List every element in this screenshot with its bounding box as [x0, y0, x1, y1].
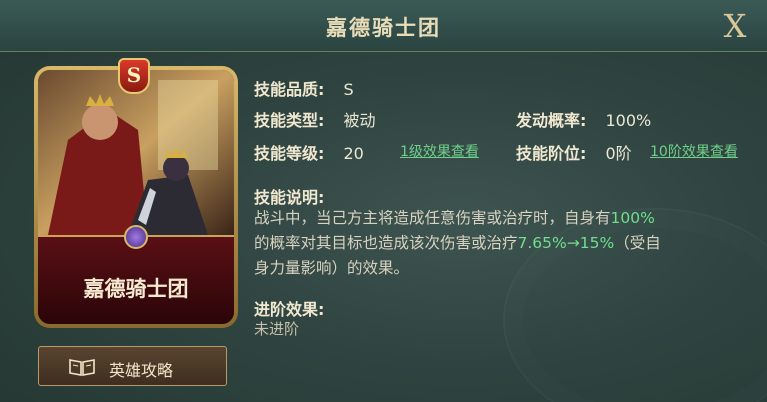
rank-effect-link[interactable]: 10阶效果查看 [650, 141, 738, 161]
grade-badge: S [118, 58, 150, 94]
book-icon [69, 359, 95, 376]
skill-quality-value: S [343, 80, 354, 99]
faction-emblem-icon [124, 225, 148, 249]
skill-description-label: 技能说明: [254, 188, 325, 207]
skill-description-line-3: 身力量影响）的效果。 [254, 259, 410, 277]
skill-rank-label: 技能阶位: [516, 144, 587, 163]
skill-type-label: 技能类型: [254, 111, 325, 130]
skill-type-value: 被动 [343, 111, 376, 130]
skill-description-line-1: 战斗中，当己方主将造成任意伤害或治疗时，自身有100% [254, 206, 655, 231]
skill-level-row: 技能等级: 20 [254, 140, 364, 164]
hero-card-name: 嘉德骑士团 [83, 277, 189, 301]
desc-text: 的概率对其目标也造成该次伤害或治疗 [254, 234, 518, 252]
hero-card-namebar: 嘉德骑士团 [38, 225, 234, 324]
hero-card[interactable]: 嘉德骑士团 [34, 66, 238, 328]
desc-highlight: 100% [610, 209, 655, 227]
level-effect-link[interactable]: 1级效果查看 [400, 141, 479, 161]
desc-highlight: 7.65%→15% [517, 234, 615, 252]
skill-quality-row: 技能品质: S [254, 76, 354, 100]
skill-quality-label: 技能品质: [254, 80, 325, 99]
skill-level-label: 技能等级: [254, 144, 325, 163]
desc-text: 战斗中，当己方主将造成任意伤害或治疗时，自身有 [254, 209, 611, 227]
advance-effect-value: 未进阶 [254, 320, 300, 338]
close-button[interactable]: X [717, 6, 753, 46]
skill-detail-panel: 嘉德骑士团 X 嘉德骑士团 S 英雄攻略 技能品质: S 技能类型: 被动 发动… [0, 0, 767, 402]
skill-chance-label: 发动概率: [516, 111, 587, 130]
skill-chance-row: 发动概率: 100% [516, 107, 651, 131]
desc-text: （受自 [614, 234, 661, 252]
skill-chance-value: 100% [605, 111, 652, 130]
skill-level-value: 20 [343, 144, 364, 163]
panel-title: 嘉德骑士团 [326, 16, 441, 40]
skill-type-row: 技能类型: 被动 [254, 107, 376, 131]
hero-guide-button[interactable]: 英雄攻略 [38, 346, 227, 386]
skill-rank-row: 技能阶位: 0阶 [516, 140, 632, 164]
title-bar: 嘉德骑士团 X [0, 0, 767, 52]
skill-rank-value: 0阶 [605, 144, 632, 163]
hero-portrait [38, 70, 234, 235]
advance-effect-label: 进阶效果: [254, 300, 325, 319]
hero-card-frame: 嘉德骑士团 [38, 70, 234, 324]
hero-guide-label: 英雄攻略 [109, 361, 174, 380]
skill-description-line-2: 的概率对其目标也造成该次伤害或治疗7.65%→15%（受自 [254, 231, 661, 256]
